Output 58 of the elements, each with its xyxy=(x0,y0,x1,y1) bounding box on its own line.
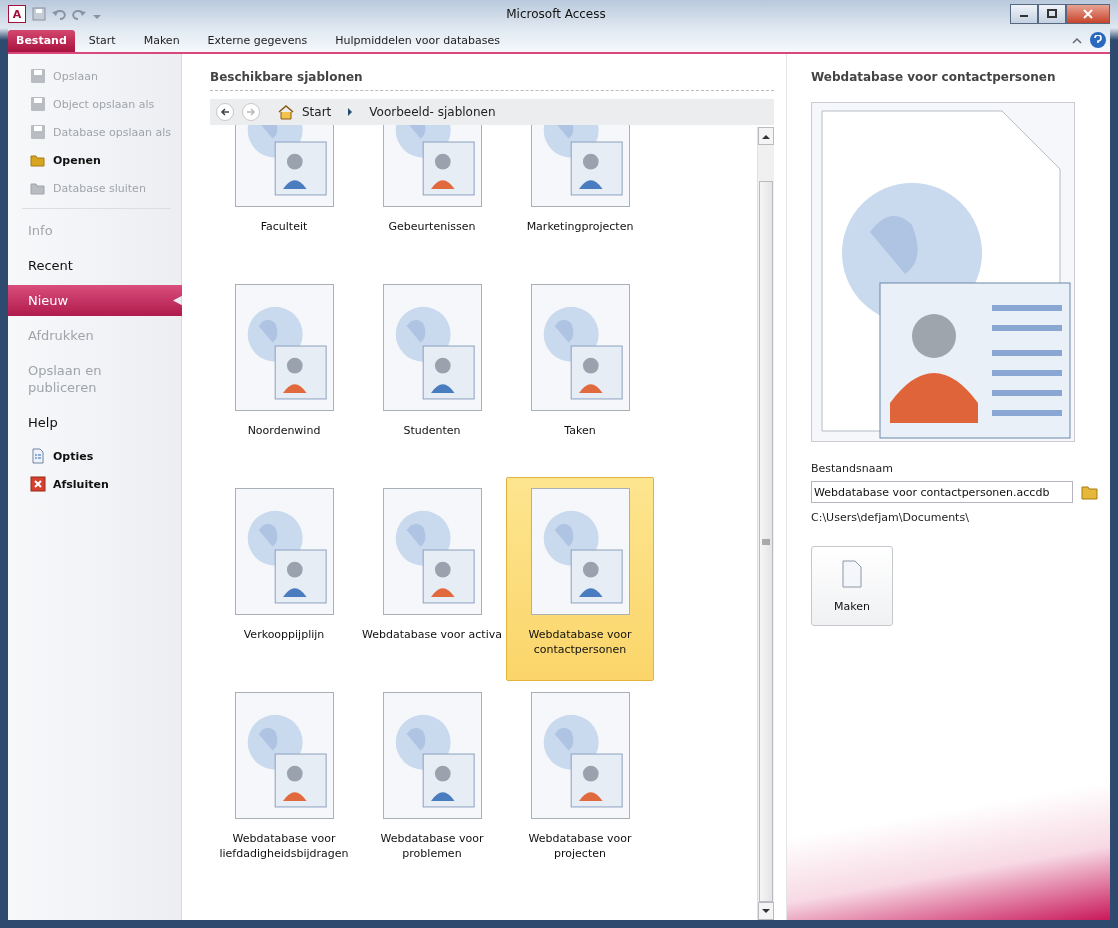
menu-section[interactable]: Recent xyxy=(8,250,181,281)
grip-icon[interactable] xyxy=(762,538,770,545)
collapse-ribbon-icon[interactable] xyxy=(1072,36,1082,44)
scrollbar[interactable] xyxy=(757,127,774,920)
template-tile[interactable]: Studenten xyxy=(358,273,506,477)
create-button[interactable]: Maken xyxy=(811,546,893,626)
ribbon-tab[interactable]: Externe gegevens xyxy=(193,30,322,52)
field-label: Bestandsnaam xyxy=(811,462,894,475)
window-title: Microsoft Access xyxy=(506,7,606,21)
close-button[interactable] xyxy=(1066,4,1110,24)
save-icon xyxy=(30,68,46,84)
folder-path: C:\Users\defjam\Documents\ xyxy=(811,511,970,524)
save-icon xyxy=(30,124,46,140)
minimize-button[interactable] xyxy=(1010,4,1038,24)
chevron-icon xyxy=(347,107,354,117)
ribbon-tab[interactable]: Start xyxy=(74,30,130,52)
close-icon xyxy=(1083,9,1093,19)
template-tile[interactable]: Webdatabase voor activa xyxy=(358,477,506,681)
menu-command[interactable]: Opties xyxy=(8,442,181,470)
save-icon xyxy=(30,96,46,112)
scroll-up-icon[interactable] xyxy=(762,133,770,139)
menu-section[interactable]: Help xyxy=(8,407,181,438)
breadcrumb-link[interactable]: Voorbeeld- sjablonen xyxy=(369,105,496,119)
breadcrumb-link[interactable]: Start xyxy=(302,105,332,119)
template-tile[interactable]: Webdatabase voor problemen xyxy=(358,681,506,885)
ribbon-tab[interactable]: Hulpmiddelen voor databases xyxy=(321,30,514,52)
home-icon[interactable] xyxy=(278,104,294,120)
template-tile[interactable]: Webdatabase voor projecten xyxy=(506,681,654,885)
ribbon-tab[interactable]: Maken xyxy=(129,30,194,52)
document-icon xyxy=(30,448,46,464)
help-icon[interactable] xyxy=(1090,32,1106,48)
menu-command[interactable]: Afsluiten xyxy=(8,470,181,498)
template-tile[interactable]: Gebeurtenissen xyxy=(358,125,506,273)
ribbon-tab[interactable]: Bestand xyxy=(8,30,75,52)
template-tile[interactable]: Marketingprojecten xyxy=(506,125,654,273)
forward-arrow-icon xyxy=(246,107,256,117)
maximize-icon xyxy=(1047,9,1057,19)
scroll-down-icon[interactable] xyxy=(762,908,770,914)
folder-icon xyxy=(30,180,46,196)
back-arrow-icon xyxy=(220,107,230,117)
menu-command[interactable]: Openen xyxy=(8,146,181,174)
app-icon[interactable]: A xyxy=(8,5,26,23)
menu-section[interactable]: Nieuw xyxy=(8,285,182,316)
template-tile[interactable]: Noordenwind xyxy=(210,273,358,477)
template-tile[interactable]: Faculteit xyxy=(210,125,358,273)
template-tile[interactable]: Taken xyxy=(506,273,654,477)
template-tile[interactable]: Webdatabase voor contactpersonen xyxy=(506,477,654,681)
section-heading: Beschikbare sjablonen xyxy=(210,70,774,91)
template-tile[interactable]: Verkooppijplijn xyxy=(210,477,358,681)
template-tile[interactable]: Webdatabase voor liefdadigheidsbijdragen xyxy=(210,681,358,885)
folder-icon xyxy=(30,152,46,168)
exit-icon xyxy=(30,476,46,492)
template-title: Webdatabase voor contactpersonen xyxy=(811,70,1057,86)
filename-field[interactable]: Webdatabase voor contactpersonen.accdb xyxy=(811,481,1073,503)
maximize-button[interactable] xyxy=(1038,4,1066,24)
document-icon xyxy=(842,559,862,588)
back-button[interactable] xyxy=(216,103,234,121)
folder-icon[interactable] xyxy=(1081,484,1099,500)
